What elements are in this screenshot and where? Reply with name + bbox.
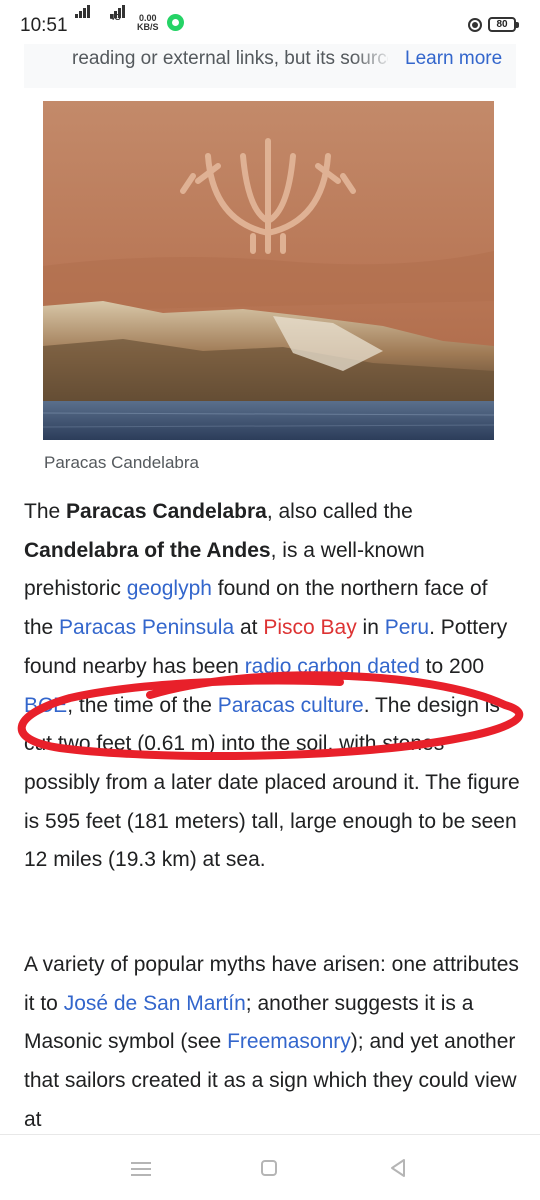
article-link[interactable]: geoglyph bbox=[127, 577, 212, 600]
home-icon[interactable] bbox=[261, 1160, 277, 1176]
article-link[interactable]: Paracas culture bbox=[218, 694, 364, 717]
bold-term: Paracas Candelabra bbox=[66, 500, 267, 523]
article-link[interactable]: José de San Martín bbox=[64, 992, 246, 1015]
text-run: , also called the bbox=[266, 500, 413, 523]
article-link[interactable]: Peru bbox=[385, 616, 429, 639]
notice-text: reading or external links, but its sourc… bbox=[72, 48, 388, 69]
battery-icon: 80 bbox=[488, 17, 519, 32]
learn-more-link[interactable]: Learn more bbox=[405, 48, 502, 70]
text-run: , the time of the bbox=[67, 693, 218, 717]
status-time: 10:51 bbox=[20, 15, 68, 36]
whatsapp-icon bbox=[167, 14, 184, 31]
system-nav-bar bbox=[0, 1134, 540, 1200]
article-link[interactable]: radio carbon dated bbox=[245, 655, 420, 678]
text-run: at bbox=[234, 616, 264, 640]
nav-divider bbox=[0, 1134, 540, 1135]
text-run: in bbox=[356, 616, 385, 640]
article-paragraph-1: The Paracas Candelabra, also called the … bbox=[24, 493, 520, 880]
text-run: The bbox=[24, 500, 67, 523]
back-icon[interactable] bbox=[388, 1158, 408, 1178]
text-run: . The design is cut two feet (0.61 m) in… bbox=[24, 693, 520, 872]
article-paragraph-2: A variety of popular myths have arisen: … bbox=[24, 946, 520, 1140]
text-run: to 200 bbox=[419, 654, 485, 678]
status-bar: 10:51 4G 0.00 KB/S 80 bbox=[0, 0, 540, 44]
article-link[interactable]: Pisco Bay bbox=[263, 616, 356, 639]
menu-icon[interactable] bbox=[131, 1162, 151, 1176]
network-speed: 0.00 KB/S bbox=[137, 13, 159, 32]
figure-caption: Paracas Candelabra bbox=[44, 453, 199, 472]
candelabra-photo[interactable] bbox=[43, 101, 494, 440]
article-link[interactable]: Paracas Peninsula bbox=[59, 616, 234, 639]
bold-term: Candelabra of the Andes bbox=[24, 538, 271, 562]
status-right: 80 bbox=[468, 16, 519, 36]
data-saver-icon bbox=[468, 18, 482, 32]
article-link[interactable]: Freemasonry bbox=[227, 1030, 351, 1053]
article-link[interactable]: BCE bbox=[24, 694, 67, 717]
